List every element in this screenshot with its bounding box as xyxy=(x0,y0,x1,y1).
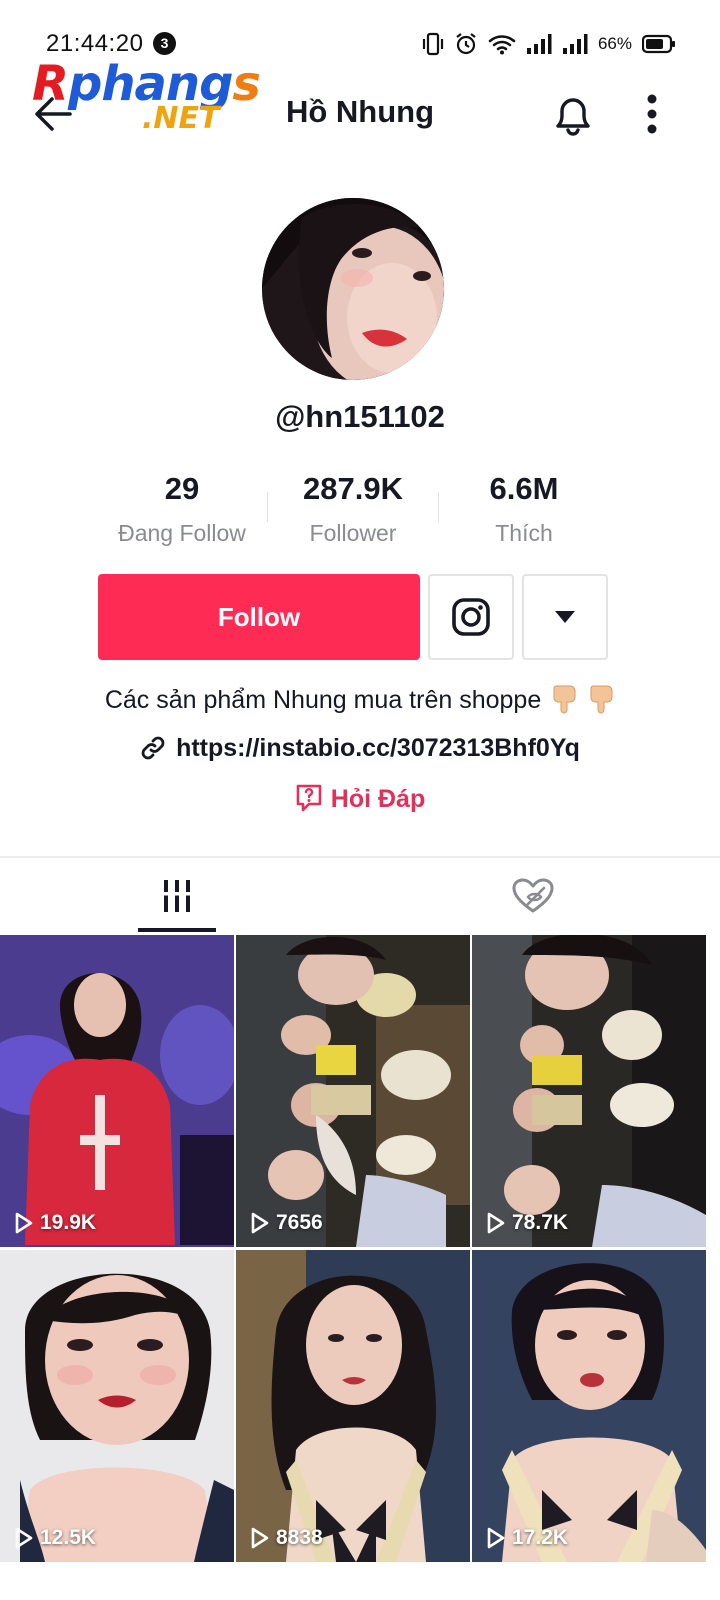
tab-videos[interactable] xyxy=(138,860,216,932)
battery-icon xyxy=(642,34,676,54)
stat-following-value: 29 xyxy=(164,471,200,506)
alarm-icon xyxy=(454,32,478,56)
vibrate-icon xyxy=(422,32,444,56)
view-count: 17.2K xyxy=(486,1526,568,1550)
video-thumbnail[interactable]: 78.7K xyxy=(472,935,706,1247)
question-bubble-icon xyxy=(295,783,323,820)
view-count-text: 12.5K xyxy=(40,1526,97,1549)
heart-hidden-icon xyxy=(512,878,554,913)
view-count: 78.7K xyxy=(486,1211,568,1235)
status-time: 21:44:20 xyxy=(46,30,144,57)
bell-icon xyxy=(556,98,590,136)
view-count-text: 78.7K xyxy=(512,1211,569,1234)
qa-link[interactable]: Hỏi Đáp xyxy=(0,783,720,820)
battery-percentage: 66% xyxy=(597,34,632,53)
qa-label: Hỏi Đáp xyxy=(330,785,426,813)
caret-down-icon xyxy=(555,611,575,623)
instagram-icon xyxy=(452,598,490,636)
tab-liked-videos-hidden[interactable] xyxy=(494,860,572,932)
stat-likes-label: Thích xyxy=(495,520,553,546)
profile-stats: 29 Đang Follow 287.9K Follower 6.6M Thíc… xyxy=(0,470,720,550)
view-count-text: 19.9K xyxy=(40,1211,97,1234)
play-outline-icon xyxy=(15,1527,33,1549)
username: @hn151102 xyxy=(275,399,445,434)
signal-icon-2 xyxy=(562,33,588,55)
status-icons: 66% xyxy=(422,30,676,58)
tab-active-indicator xyxy=(138,928,216,932)
follow-button[interactable]: Follow xyxy=(98,574,420,660)
more-vertical-icon xyxy=(647,94,657,134)
stat-likes[interactable]: 6.6M Thích xyxy=(439,470,609,547)
grid-columns-icon xyxy=(161,880,193,912)
avatar[interactable] xyxy=(262,198,444,380)
play-outline-icon xyxy=(251,1212,269,1234)
view-count: 8838 xyxy=(250,1526,323,1550)
video-thumbnail[interactable]: 8838 xyxy=(236,1250,470,1562)
bio-text: Các sản phẩm Nhung mua trên shoppe xyxy=(104,686,542,714)
pointing-down-emoji-icon xyxy=(552,684,578,714)
more-options-button[interactable] xyxy=(640,92,664,138)
bio-link[interactable]: https://instabio.cc/3072313Bhf0Yq xyxy=(0,734,720,768)
view-count: 7656 xyxy=(250,1211,323,1235)
bio-link-text: https://instabio.cc/3072313Bhf0Yq xyxy=(176,734,580,762)
play-outline-icon xyxy=(251,1527,269,1549)
play-outline-icon xyxy=(487,1212,505,1234)
bio: Các sản phẩm Nhung mua trên shoppe xyxy=(0,684,720,715)
avatar-image xyxy=(262,198,444,380)
tabs-divider xyxy=(0,856,720,858)
wifi-icon xyxy=(488,33,516,55)
play-outline-icon xyxy=(487,1527,505,1549)
video-thumbnail[interactable]: 19.9K xyxy=(0,935,234,1247)
view-count-text: 8838 xyxy=(276,1526,323,1549)
view-count: 12.5K xyxy=(14,1526,96,1550)
video-thumbnail[interactable]: 17.2K xyxy=(472,1250,706,1562)
stat-following-label: Đang Follow xyxy=(118,520,246,546)
page-title: Hồ Nhung xyxy=(285,94,435,129)
instagram-button[interactable] xyxy=(428,574,514,660)
view-count-text: 7656 xyxy=(276,1211,323,1234)
stat-followers[interactable]: 287.9K Follower xyxy=(268,470,438,547)
stat-followers-value: 287.9K xyxy=(303,471,403,506)
video-thumbnail[interactable]: 12.5K xyxy=(0,1250,234,1562)
pointing-down-emoji-icon xyxy=(589,684,615,714)
stat-following[interactable]: 29 Đang Follow xyxy=(97,470,267,547)
notification-bell-button[interactable] xyxy=(550,92,596,138)
suggested-accounts-dropdown-button[interactable] xyxy=(522,574,608,660)
stat-likes-value: 6.6M xyxy=(489,471,559,506)
video-thumbnail[interactable]: 7656 xyxy=(236,935,470,1247)
view-count-text: 17.2K xyxy=(512,1526,569,1549)
notification-count-badge: 3 xyxy=(153,32,176,55)
view-count: 19.9K xyxy=(14,1211,96,1235)
stat-followers-label: Follower xyxy=(309,520,397,546)
play-outline-icon xyxy=(15,1212,33,1234)
signal-icon xyxy=(526,33,552,55)
link-icon xyxy=(140,735,166,768)
